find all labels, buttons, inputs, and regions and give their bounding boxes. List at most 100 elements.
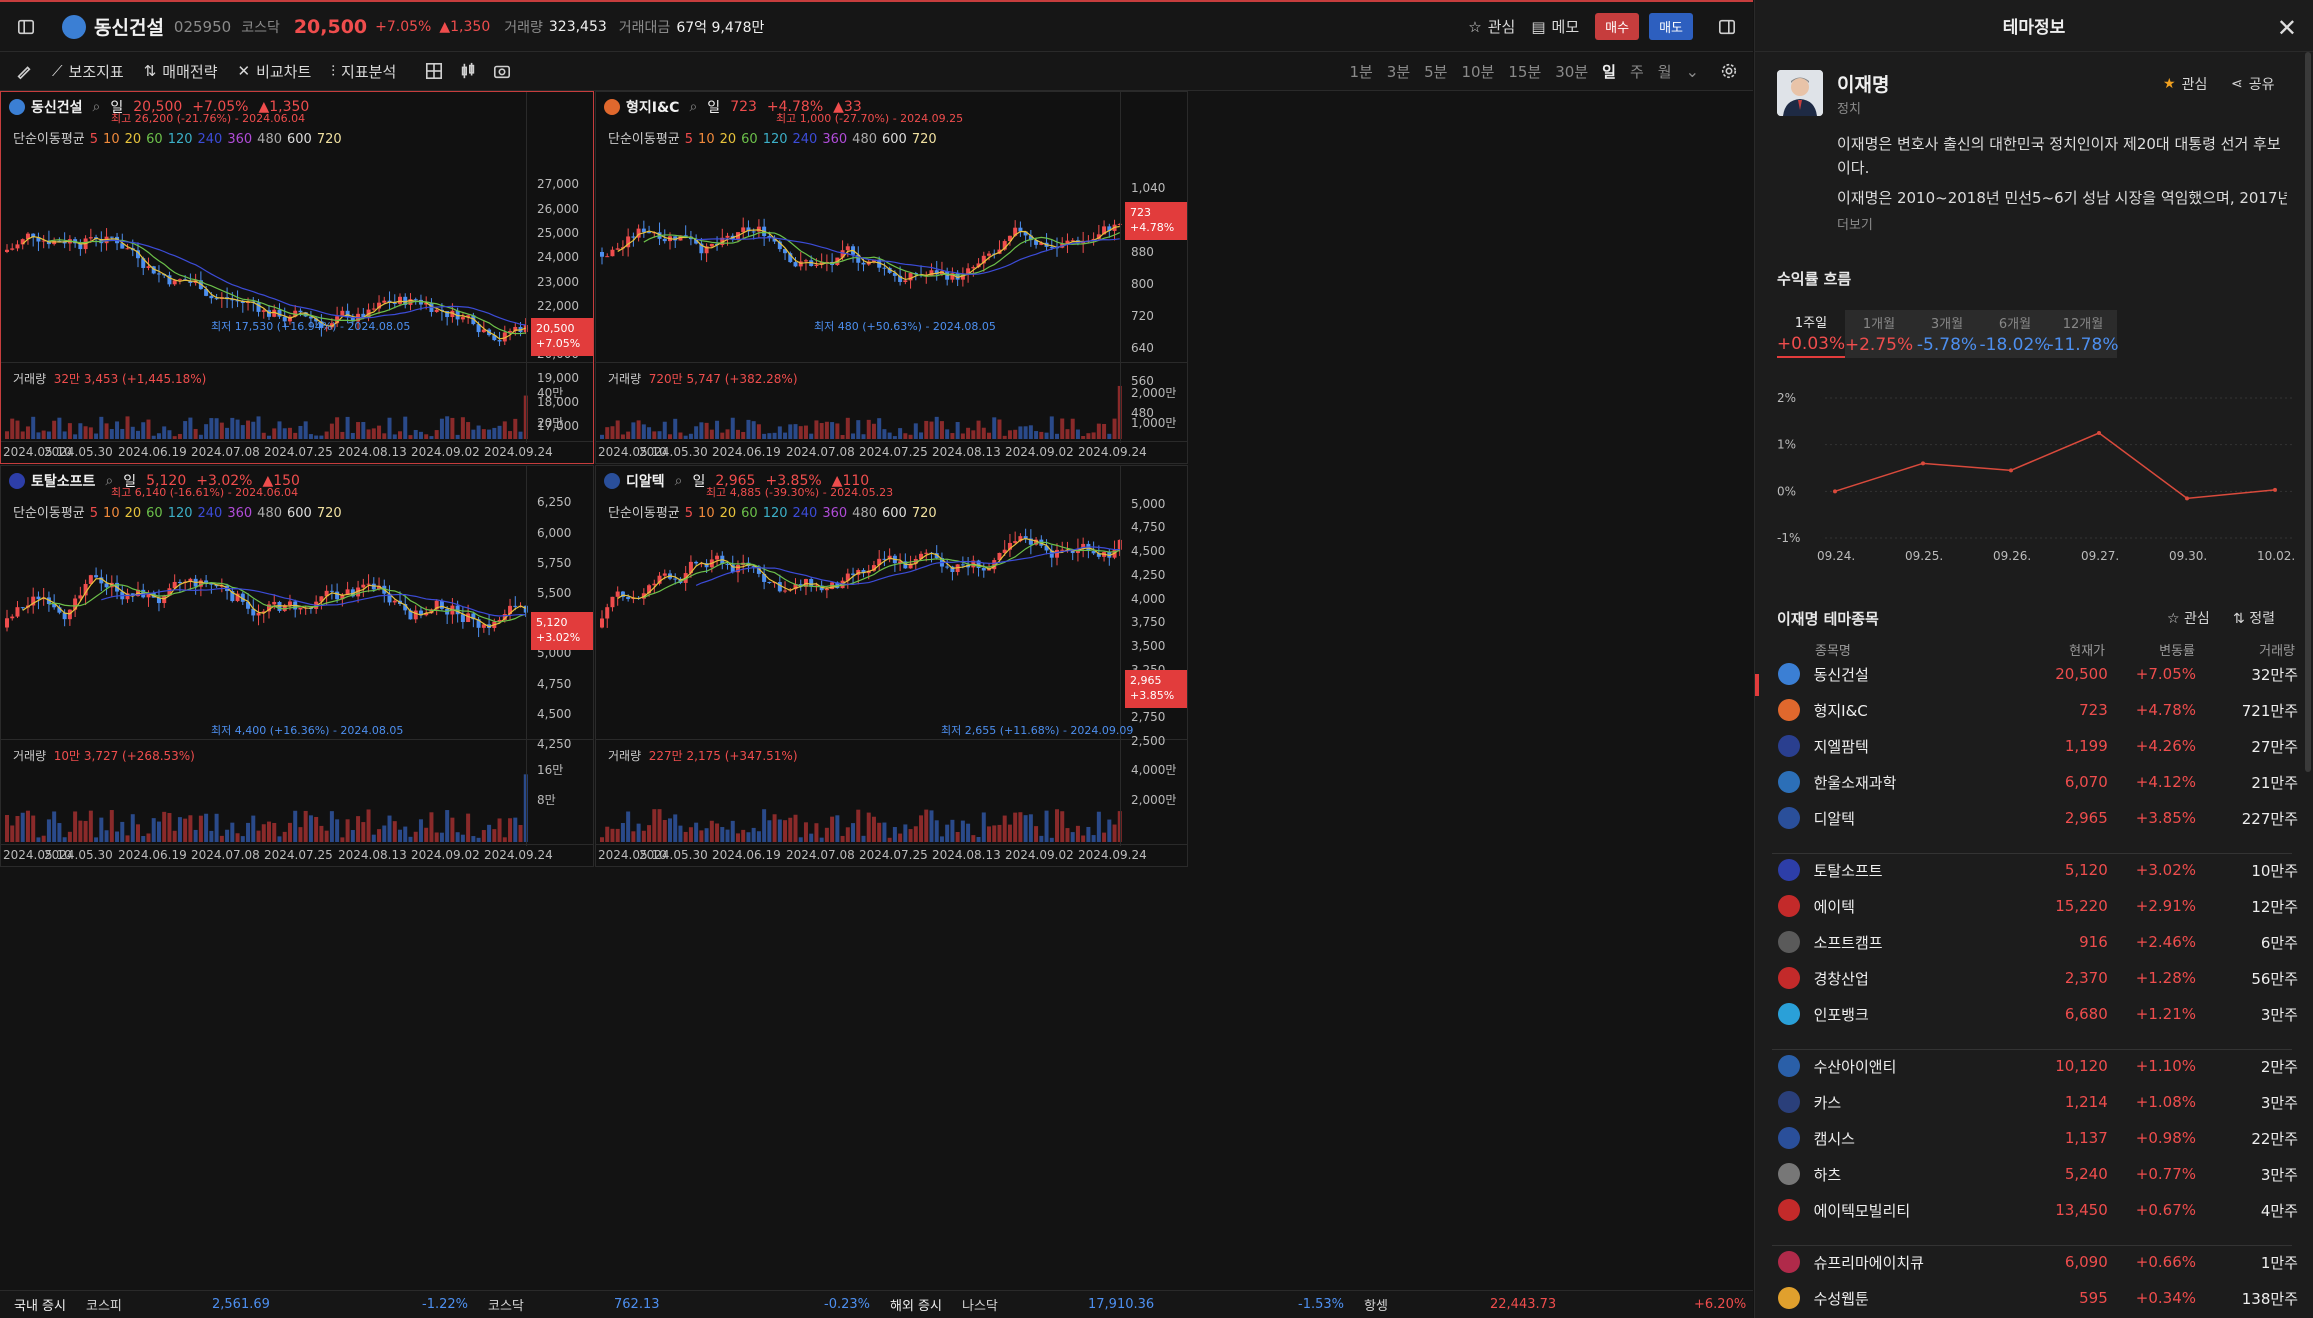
stock-row[interactable]: 형지I&C 723 +4.78% 721만주 (1778, 692, 2298, 728)
timeframe-2[interactable]: 5분 (1424, 61, 1447, 82)
y-tick: 3,750 (1131, 615, 1166, 629)
period-tab-2[interactable]: 3개월 -5.78% (1913, 310, 1981, 358)
volume-bar (261, 432, 266, 439)
analysis-button[interactable]: ⫶ 지표분석 (331, 61, 396, 82)
period-tab-3[interactable]: 6개월 -18.02% (1980, 310, 2050, 358)
timeframe-3[interactable]: 10분 (1461, 61, 1494, 82)
timeframe-1[interactable]: 3분 (1387, 61, 1410, 82)
timeframe-5[interactable]: 30분 (1555, 61, 1588, 82)
returns-point[interactable] (2185, 496, 2189, 501)
camera-icon[interactable] (492, 61, 512, 81)
stock-name[interactable]: 동신건설 (94, 13, 164, 40)
candle (335, 591, 340, 600)
stock-row[interactable]: 에이텍모빌리티 13,450 +0.67% 4만주 (1778, 1192, 2298, 1228)
theme-watch-button[interactable]: ★ 관심 (2163, 74, 2207, 94)
volume-bar (877, 822, 882, 842)
returns-point[interactable] (1833, 489, 1837, 494)
pen-icon[interactable] (14, 61, 34, 81)
candle (460, 317, 465, 320)
volume-bar (1096, 423, 1101, 439)
candle-plot[interactable] (1, 92, 529, 464)
stock-logo-icon (1778, 931, 1800, 953)
stock-row[interactable]: 지엘팜텍 1,199 +4.26% 27만주 (1778, 728, 2298, 764)
grid-layout-icon[interactable] (424, 61, 444, 81)
timeframe-6[interactable]: 일 (1602, 61, 1616, 82)
returns-point[interactable] (2273, 487, 2277, 492)
scrollbar[interactable] (2305, 52, 2311, 772)
chart-panel-3[interactable]: 디알텍 ⌕ 일 2,965 +3.85% ▲110 단순이동평균 5 10 20 60 1… (595, 465, 1188, 867)
memo-button[interactable]: ▤ 메모 (1531, 16, 1579, 37)
theme-description-1: 이재명은 변호사 출신의 대한민국 정치인이자 제20대 대통령 선거 후보이다… (1837, 135, 2281, 177)
volume-bar (971, 835, 976, 842)
close-icon[interactable]: ✕ (2277, 14, 2297, 42)
sidebar-toggle-icon[interactable] (16, 17, 36, 37)
returns-point[interactable] (2097, 431, 2101, 435)
stock-row[interactable]: 디알텍 2,965 +3.85% 227만주 (1778, 800, 2298, 836)
stock-row[interactable]: 하츠 5,240 +0.77% 3만주 (1778, 1156, 2298, 1192)
timeframe-4[interactable]: 15분 (1508, 61, 1541, 82)
stock-row[interactable]: 토탈소프트 5,120 +3.02% 10만주 (1778, 852, 2298, 888)
stock-row[interactable]: 인포뱅크 6,680 +1.21% 3만주 (1778, 996, 2298, 1032)
stock-row-price: 1,199 (2064, 737, 2108, 755)
list-watch-button[interactable]: ☆ 관심 (2167, 608, 2210, 628)
candle-plot[interactable] (1, 466, 529, 867)
stock-row-change: +4.26% (2135, 737, 2197, 755)
chart-panel-0[interactable]: 동신건설 ⌕ 일 20,500 +7.05% ▲1,350 단순이동평균 5 10 2… (0, 91, 594, 464)
candle-plot[interactable] (596, 466, 1123, 867)
stock-row[interactable]: 한울소재과학 6,070 +4.12% 21만주 (1778, 764, 2298, 800)
compare-button[interactable]: ✕ 비교차트 (238, 61, 312, 82)
price-tag: 723 +4.78% (1125, 202, 1187, 240)
watch-button[interactable]: ☆ 관심 (1468, 16, 1515, 37)
sort-button[interactable]: ⇅ 정렬 (2233, 608, 2275, 628)
chart-panel-2[interactable]: 토탈소프트 ⌕ 일 5,120 +3.02% ▲150 단순이동평균 5 10 20 6… (0, 465, 594, 867)
high-note: 최고 26,200 (-21.76%) - 2024.06.04 (111, 112, 306, 125)
stock-row-name: 소프트캠프 (1813, 933, 1883, 952)
volume-bar (892, 827, 897, 842)
volume-bar (476, 837, 481, 842)
buy-button[interactable]: 매수 (1595, 13, 1640, 40)
chevron-down-icon[interactable]: ⌄ (1686, 62, 1699, 81)
sell-button[interactable]: 매도 (1649, 13, 1693, 40)
stock-row[interactable]: 경창산업 2,370 +1.28% 56만주 (1778, 960, 2298, 996)
kosdaq-label[interactable]: 코스닥 (488, 1295, 524, 1314)
chart-panel-1[interactable]: 형지I&C ⌕ 일 723 +4.78% ▲33 단순이동평균 5 10 20 60 12… (595, 91, 1188, 464)
stock-row[interactable]: 슈프리마에이치큐 6,090 +0.66% 1만주 (1778, 1244, 2298, 1280)
stock-row[interactable]: 수성웹툰 595 +0.34% 138만주 (1778, 1280, 2298, 1316)
period-tab-4[interactable]: 12개월 -11.78% (2048, 310, 2118, 358)
overseas-label: 해외 증시 (890, 1299, 942, 1314)
volume-bar (1028, 425, 1033, 439)
stock-row[interactable]: 카스 1,214 +1.08% 3만주 (1778, 1084, 2298, 1120)
timeframe-7[interactable]: 주 (1630, 61, 1644, 82)
timeframe-0[interactable]: 1분 (1349, 61, 1372, 82)
stock-row[interactable]: 수산아이앤티 10,120 +1.10% 2만주 (1778, 1048, 2298, 1084)
volume-bar (866, 419, 871, 439)
timeframe-8[interactable]: 월 (1658, 61, 1672, 82)
kospi-label[interactable]: 코스피 (86, 1295, 122, 1314)
nasdaq-label[interactable]: 나스닥 (962, 1295, 998, 1314)
stock-row[interactable]: 동신건설 20,500 +7.05% 32만주 (1778, 656, 2298, 692)
candle-plot[interactable] (596, 92, 1123, 464)
vol-y-tick: 2,000만 (1131, 386, 1177, 400)
panel-toggle-icon[interactable] (1717, 17, 1737, 37)
strategy-button[interactable]: ⇅ 매매전략 (144, 61, 218, 82)
volume-bar (413, 429, 418, 439)
returns-point[interactable] (2009, 468, 2013, 473)
more-link[interactable]: 더보기 (1837, 214, 1873, 233)
stock-row[interactable]: 소프트캠프 916 +2.46% 6만주 (1778, 924, 2298, 960)
period-tab-1[interactable]: 1개월 +2.75% (1845, 310, 1913, 358)
hangseng-label[interactable]: 항셍 (1364, 1295, 1388, 1314)
stock-row-price: 916 (2079, 933, 2108, 951)
volume-bar (5, 815, 9, 842)
volume-bar (751, 421, 756, 439)
candle-type-icon[interactable] (458, 61, 478, 81)
volume-bar (981, 427, 986, 439)
stock-row[interactable]: 에이텍 15,220 +2.91% 12만주 (1778, 888, 2298, 924)
gear-icon[interactable] (1719, 61, 1739, 81)
volume-bar (460, 417, 465, 439)
returns-point[interactable] (1921, 461, 1925, 466)
indicator-button[interactable]: ⟋ 보조지표 (52, 61, 124, 82)
volume-bar (803, 425, 808, 439)
share-button[interactable]: ⋖ 공유 (2231, 74, 2275, 94)
period-tab-0[interactable]: 1주일 +0.03% (1777, 310, 1845, 358)
stock-row[interactable]: 캠시스 1,137 +0.98% 22만주 (1778, 1120, 2298, 1156)
